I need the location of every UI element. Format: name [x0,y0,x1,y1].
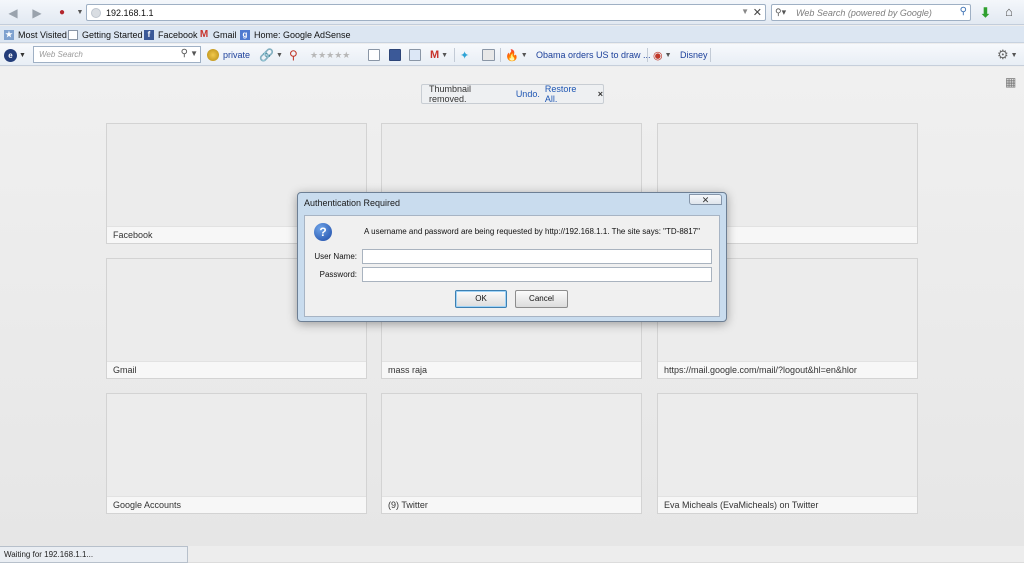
web-search-placeholder: Web Search (powered by Google) [796,8,932,18]
toolbar-search-placeholder: Web Search [39,50,83,59]
page-favicon-icon [91,8,101,18]
username-label: User Name: [314,252,357,261]
stop-icon[interactable]: ✕ [753,6,762,19]
bookmark-getting-started[interactable]: Getting Started [68,29,143,41]
bookmark-label: Gmail [213,30,237,40]
url-text[interactable]: 192.168.1.1 [106,8,154,18]
toolbar-search-box[interactable]: Web Search ⚲ ▼ [33,46,201,63]
dialog-body: ? A username and password are being requ… [304,215,720,317]
username-input[interactable] [362,249,712,264]
gear-icon[interactable]: ⚙ ▼ [997,47,1018,63]
bookmark-label: Facebook [158,30,198,40]
bookmarks-toolbar: ★ Most Visited Getting Started f Faceboo… [0,26,1024,43]
private-button[interactable]: private [207,47,250,63]
disney-label: Disney [680,50,708,60]
facebook-icon: f [144,30,154,40]
notice-text: Thumbnail removed. [429,84,472,104]
bookmark-facebook[interactable]: f Facebook [144,29,198,41]
thumbnail-label: Gmail [107,361,366,378]
password-input[interactable] [362,267,712,282]
bookmark-label: Getting Started [82,30,143,40]
close-icon[interactable]: × [598,89,603,99]
link-icon[interactable]: 🔗 ▼ [259,47,283,63]
globe-icon [207,49,219,61]
note-icon[interactable] [368,47,380,63]
grid-toggle-icon[interactable]: ▦ [1005,75,1016,89]
thumbnail-tile[interactable]: Eva Micheals (EvaMicheals) on Twitter [657,393,918,514]
thumbnail-label: https://mail.google.com/mail/?logout&hl=… [658,361,917,378]
close-icon[interactable]: ✕ [689,194,722,205]
bookmark-label: Most Visited [18,30,67,40]
sparkle-icon[interactable]: ✦ [460,47,469,63]
page-icon [68,30,78,40]
search-icon[interactable]: ⚲ [181,48,188,59]
forward-icon[interactable]: ▶ [29,5,45,21]
disney-link[interactable]: Disney [680,47,708,63]
addon-icon[interactable]: ● [54,5,70,21]
bookmark-most-visited[interactable]: ★ Most Visited [4,29,67,41]
news-headline-label: Obama orders US to draw ... [536,50,651,60]
toolbar-divider [710,48,711,62]
thumbnail-label: Eva Micheals (EvaMicheals) on Twitter [658,496,917,513]
navigation-bar: ◀ ▶ ● ▼ 192.168.1.1 ▼ ✕ ⚲▾ Web Search (p… [0,0,1024,25]
google-icon: g [240,30,250,40]
horseshoe-icon[interactable]: ⚲ [289,47,298,63]
thumbnail-label: Google Accounts [107,496,366,513]
dialog-title: Authentication Required [304,198,401,208]
status-bar: Waiting for 192.168.1.1... [0,546,188,563]
authentication-dialog: Authentication Required ✕ ? A username a… [297,192,727,322]
thumbnail-removed-notice: Thumbnail removed. Undo. Restore All. × [421,84,604,104]
gmail-icon: M [199,29,209,40]
web-search-bar[interactable]: ⚲▾ Web Search (powered by Google) ⚲ [771,4,971,21]
toolbar-divider [500,48,501,62]
restore-all-link[interactable]: Restore All. [545,84,591,104]
rating-stars-icon[interactable]: ★★★★★ [310,47,350,63]
back-icon[interactable]: ◀ [5,5,21,21]
chevron-down-icon[interactable]: ▼ [190,49,198,58]
toolbar-divider [647,48,648,62]
news-headline-link[interactable]: Obama orders US to draw ... [536,47,651,63]
thumbnail-tile[interactable]: Google Accounts [106,393,367,514]
most-visited-icon: ★ [4,30,14,40]
toolbar-logo-icon[interactable]: e ▼ [4,47,26,63]
mickey-icon[interactable]: ◉ ▼ [653,47,672,63]
ok-button[interactable]: OK [455,290,507,308]
copy-page-icon[interactable] [409,47,421,63]
thumbnail-label: mass raja [382,361,641,378]
private-label: private [223,50,251,60]
facebook-share-icon[interactable] [389,47,401,63]
addon-toolbar: e ▼ Web Search ⚲ ▼ private 🔗 ▼ ⚲ ★★★★★ M ▼… [0,44,1024,66]
fire-icon[interactable]: 🔥 ▼ [505,47,528,63]
bookmark-label: Home: Google AdSense [254,30,351,40]
url-bar[interactable]: 192.168.1.1 ▼ ✕ [86,4,766,21]
dialog-message: A username and password are being reques… [364,227,700,236]
toolbar-divider [454,48,455,62]
cancel-button[interactable]: Cancel [515,290,568,308]
home-icon[interactable]: ⌂ [1005,4,1013,19]
search-engine-icon[interactable]: ⚲▾ [775,7,786,18]
thumbnail-label: (9) Twitter [382,496,641,513]
undo-link[interactable]: Undo. [516,89,540,99]
bookmark-google-adsense[interactable]: g Home: Google AdSense [240,29,351,41]
download-icon[interactable]: ⬇ [980,5,991,21]
url-dropdown-icon[interactable]: ▼ [741,7,749,16]
window-icon[interactable] [482,47,495,63]
thumbnail-tile[interactable]: (9) Twitter [381,393,642,514]
search-icon[interactable]: ⚲ [960,6,967,17]
password-label: Password: [319,270,357,279]
bookmark-gmail[interactable]: M Gmail [199,29,237,41]
question-icon: ? [314,223,332,241]
gmail-notifier-icon[interactable]: M ▼ [430,47,448,63]
